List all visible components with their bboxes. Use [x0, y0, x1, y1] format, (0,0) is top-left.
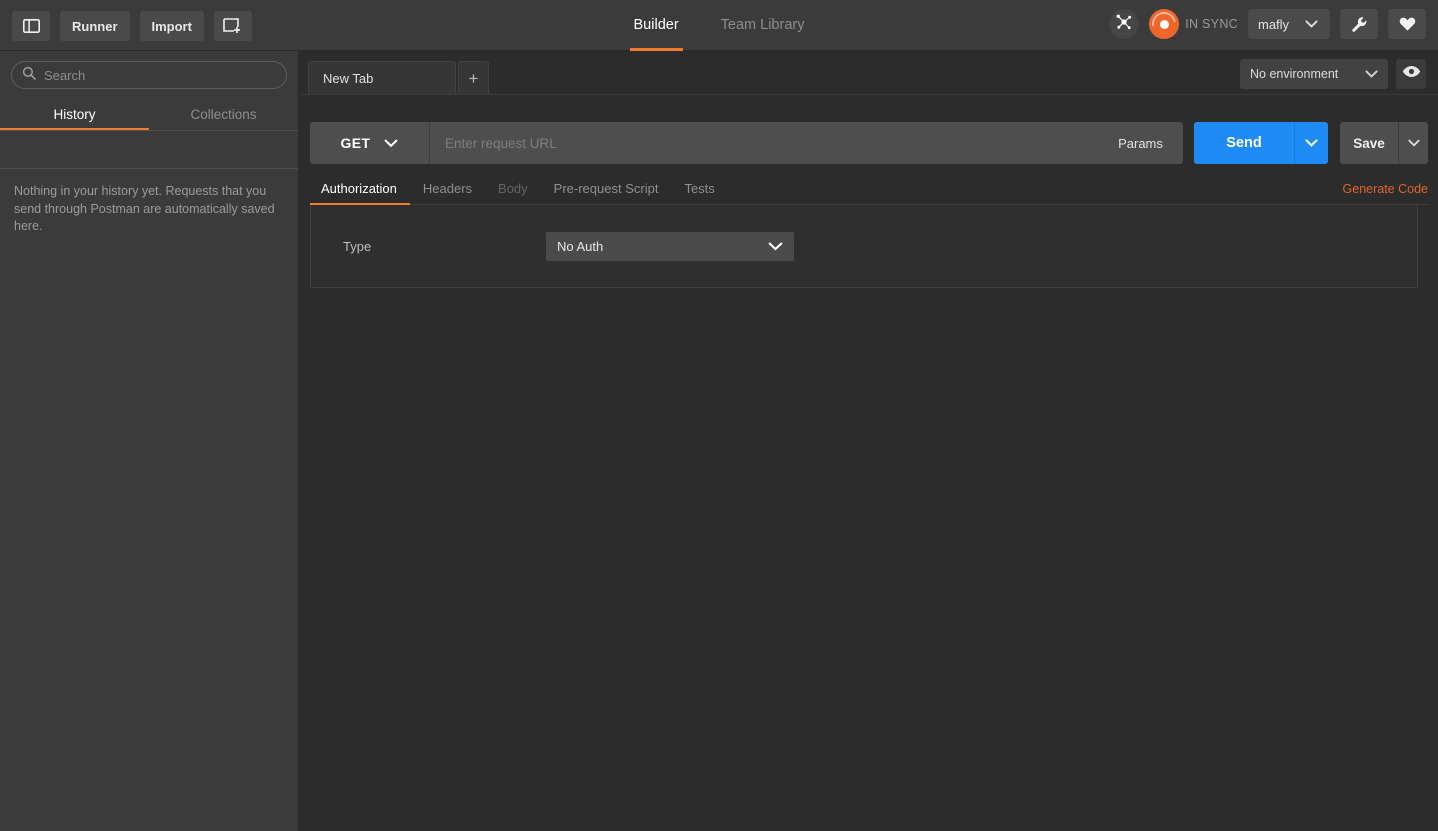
history-empty-message: Nothing in your history yet. Requests th…: [14, 184, 275, 233]
favorites-heart-button[interactable]: [1388, 9, 1426, 39]
new-window-button[interactable]: [213, 11, 252, 41]
new-window-icon: [223, 18, 242, 34]
send-options-button[interactable]: [1294, 122, 1328, 164]
molecule-icon: [1115, 13, 1133, 36]
user-name-label: mafly: [1258, 16, 1290, 32]
tab-body[interactable]: Body: [485, 181, 541, 204]
generate-code-link[interactable]: Generate Code: [1343, 182, 1428, 196]
search-icon: [22, 66, 36, 85]
header-left-actions: Runner Import: [12, 11, 252, 41]
auth-type-row: Type No Auth: [311, 205, 1417, 287]
send-button[interactable]: Send: [1194, 122, 1294, 164]
user-menu-button[interactable]: mafly: [1248, 9, 1330, 39]
sidebar-tab-collections[interactable]: Collections: [149, 101, 298, 131]
sidebar-toggle-button[interactable]: [12, 11, 50, 41]
http-method-label: GET: [340, 135, 371, 151]
tab-pre-request-script[interactable]: Pre-request Script: [541, 181, 672, 204]
sidebar-tab-history[interactable]: History: [0, 101, 149, 131]
request-detail-tabs: Authorization Headers Body Pre-request S…: [310, 175, 1428, 205]
request-tab-new-tab[interactable]: New Tab: [308, 61, 456, 94]
tab-authorization[interactable]: Authorization: [310, 181, 410, 205]
header-right-actions: IN SYNC mafly: [1109, 9, 1426, 39]
chevron-down-icon: [1407, 139, 1420, 147]
settings-wrench-button[interactable]: [1340, 9, 1378, 39]
runner-button[interactable]: Runner: [60, 11, 130, 41]
nav-tab-builder[interactable]: Builder: [629, 0, 683, 51]
auth-type-value: No Auth: [557, 238, 604, 254]
panel-toggle-icon: [22, 19, 40, 33]
environment-controls: No environment: [1240, 59, 1426, 89]
main-content: New Tab + No environment GET Params: [300, 51, 1438, 831]
sidebar-tabs: History Collections: [0, 101, 298, 131]
url-bar-row: GET Params Send Save: [310, 122, 1428, 164]
sidebar-toolbar: [0, 131, 298, 169]
chevron-down-icon: [1305, 20, 1318, 28]
eye-icon: [1402, 65, 1421, 83]
search-box[interactable]: [11, 61, 287, 89]
params-button[interactable]: Params: [1098, 122, 1183, 164]
wrench-icon: [1351, 16, 1368, 33]
request-tabstrip: New Tab + No environment: [300, 51, 1438, 95]
add-request-tab-button[interactable]: +: [458, 61, 489, 94]
request-url-input[interactable]: [430, 122, 1098, 164]
sync-status-label: IN SYNC: [1185, 17, 1238, 31]
auth-type-select[interactable]: No Auth: [546, 231, 794, 261]
import-button[interactable]: Import: [139, 11, 204, 41]
http-method-select[interactable]: GET: [310, 122, 430, 164]
molecule-icon-button[interactable]: [1109, 9, 1140, 39]
chevron-down-icon: [1365, 70, 1378, 78]
tab-headers[interactable]: Headers: [410, 181, 485, 204]
save-options-button[interactable]: [1398, 122, 1428, 164]
chevron-down-icon: [768, 242, 783, 251]
heart-icon: [1399, 16, 1416, 32]
chevron-down-icon: [1305, 139, 1318, 147]
sidebar-search-area: [0, 51, 298, 89]
sync-icon: [1149, 9, 1180, 39]
environment-selected-label: No environment: [1250, 67, 1339, 81]
tab-tests[interactable]: Tests: [671, 181, 727, 204]
auth-type-label: Type: [343, 238, 372, 254]
environment-quick-look-button[interactable]: [1396, 59, 1426, 89]
nav-tab-team-library[interactable]: Team Library: [717, 0, 809, 51]
left-sidebar: History Collections Nothing in your hist…: [0, 51, 299, 831]
chevron-down-icon: [384, 139, 398, 148]
authorization-panel: Type No Auth: [310, 205, 1418, 288]
sync-status-group[interactable]: IN SYNC: [1149, 9, 1238, 39]
top-header: Runner Import Builder Team Library IN SY…: [0, 0, 1438, 51]
search-input[interactable]: [44, 67, 276, 83]
environment-select[interactable]: No environment: [1240, 59, 1388, 89]
save-button[interactable]: Save: [1340, 122, 1398, 164]
